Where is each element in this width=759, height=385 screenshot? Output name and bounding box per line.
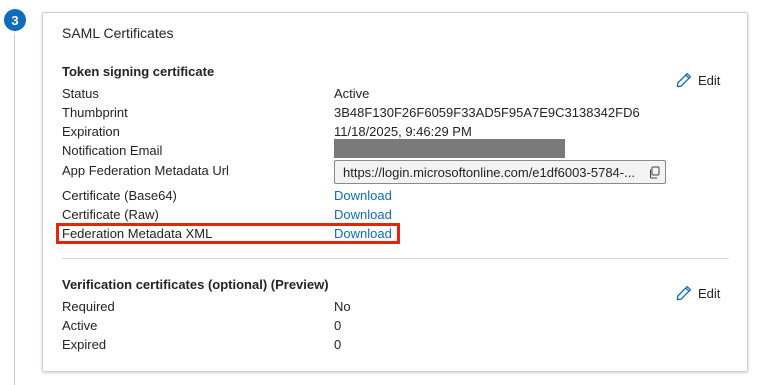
metadata-url-text: https://login.microsoftonline.com/e1df60…	[343, 164, 635, 180]
required-value: No	[334, 299, 351, 314]
required-label: Required	[62, 299, 115, 314]
thumbprint-label: Thumbprint	[62, 105, 128, 120]
metadata-url-label: App Federation Metadata Url	[62, 163, 229, 178]
pencil-icon	[676, 72, 692, 88]
expired-label: Expired	[62, 337, 107, 352]
metadata-url-field[interactable]: https://login.microsoftonline.com/e1df60…	[334, 160, 666, 184]
cert-raw-label: Certificate (Raw)	[62, 207, 159, 222]
step-badge: 3	[4, 9, 26, 31]
card-title: SAML Certificates	[62, 25, 174, 41]
section-divider	[62, 258, 729, 259]
status-label: Status	[62, 86, 99, 101]
cert-base64-label: Certificate (Base64)	[62, 188, 177, 203]
thumbprint-value: 3B48F130F26F6059F33AD5F95A7E9C3138342FD6	[334, 105, 640, 120]
token-signing-heading: Token signing certificate	[62, 64, 215, 79]
status-value: Active	[334, 86, 370, 101]
highlight-box	[56, 223, 400, 244]
cert-base64-download-link[interactable]: Download	[334, 188, 392, 203]
active-label: Active	[62, 318, 98, 333]
copy-icon[interactable]	[643, 161, 665, 183]
cert-raw-download-link[interactable]: Download	[334, 207, 392, 222]
expiration-label: Expiration	[62, 124, 120, 139]
pencil-icon	[676, 285, 692, 301]
expired-value: 0	[334, 337, 342, 352]
saml-certificates-card: SAML Certificates Token signing certific…	[42, 12, 748, 372]
active-value: 0	[334, 318, 342, 333]
edit-label: Edit	[698, 72, 721, 88]
token-signing-edit-button[interactable]: Edit	[676, 72, 720, 88]
expiration-value: 11/18/2025, 9:46:29 PM	[334, 124, 472, 139]
notification-email-redacted	[334, 139, 565, 158]
step-connector-line	[14, 34, 15, 385]
notification-email-label: Notification Email	[62, 143, 163, 158]
verification-heading: Verification certificates (optional) (Pr…	[62, 277, 329, 292]
edit-label: Edit	[698, 285, 721, 301]
verification-edit-button[interactable]: Edit	[676, 285, 720, 301]
